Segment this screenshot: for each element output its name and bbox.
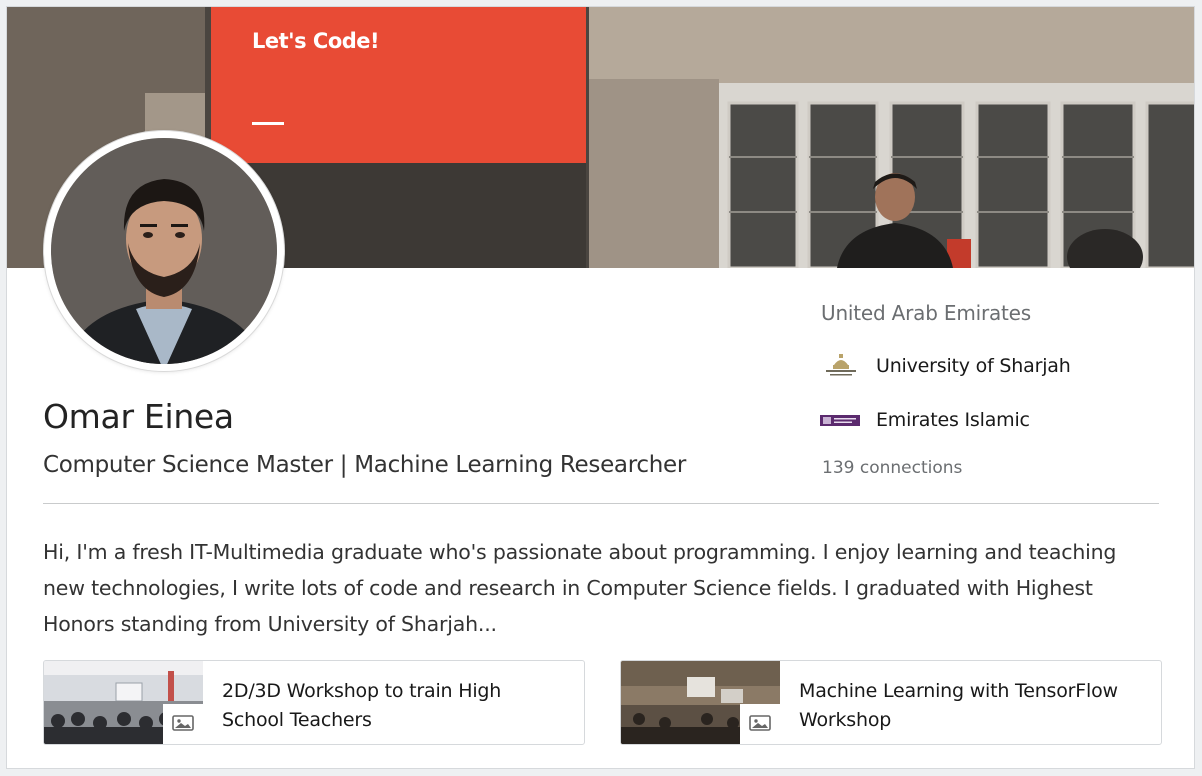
profile-card: Let's Code! Omar Einea Computer Science … — [6, 6, 1195, 769]
company-link[interactable]: Emirates Islamic — [820, 405, 1030, 435]
connections-count[interactable]: 139 connections — [822, 458, 962, 478]
profile-headline: Computer Science Master | Machine Learni… — [43, 452, 686, 478]
company-name: Emirates Islamic — [876, 409, 1030, 431]
emirates-islamic-logo — [820, 407, 862, 433]
image-icon — [163, 704, 203, 744]
media-title: Machine Learning with TensorFlow Worksho… — [799, 680, 1118, 731]
media-card[interactable]: 2D/3D Workshop to train High School Teac… — [43, 660, 585, 745]
university-of-sharjah-logo — [820, 353, 862, 379]
slide-title: Let's Code! — [252, 29, 380, 53]
education-name: University of Sharjah — [876, 355, 1071, 377]
avatar-photo — [51, 138, 277, 364]
profile-location: United Arab Emirates — [821, 301, 1032, 325]
slide-dash — [252, 122, 284, 125]
profile-summary[interactable]: Hi, I'm a fresh IT-Multimedia graduate w… — [43, 534, 1161, 642]
media-card[interactable]: Machine Learning with TensorFlow Worksho… — [620, 660, 1162, 745]
education-link[interactable]: University of Sharjah — [820, 351, 1071, 381]
media-title: 2D/3D Workshop to train High School Teac… — [222, 680, 502, 731]
profile-name: Omar Einea — [43, 397, 234, 436]
image-icon — [740, 704, 780, 744]
divider — [43, 503, 1159, 504]
profile-avatar[interactable] — [44, 131, 284, 371]
